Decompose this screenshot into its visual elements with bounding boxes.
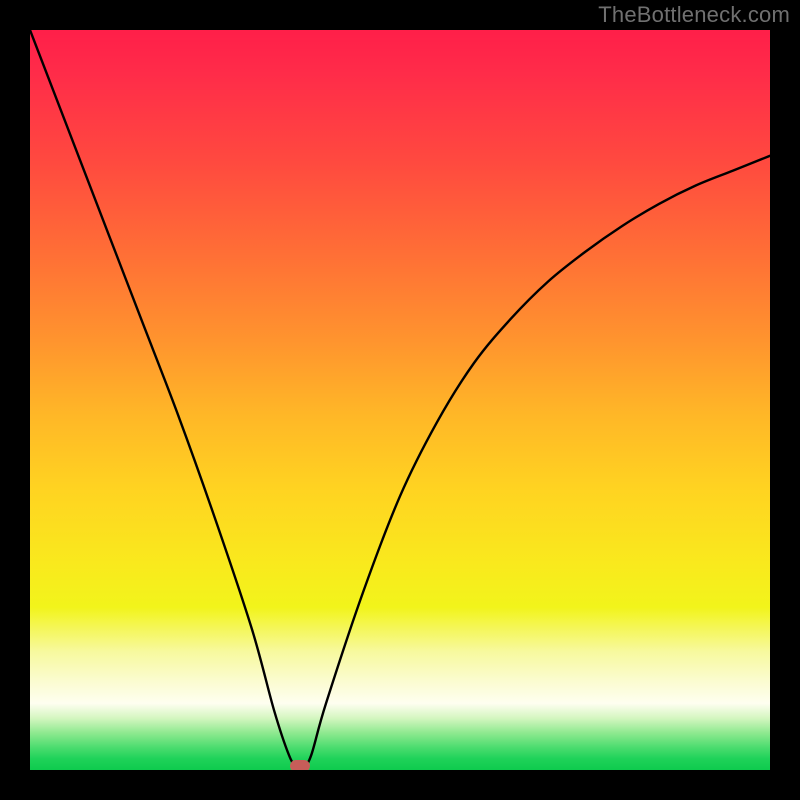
- bottleneck-curve: [30, 30, 770, 768]
- curve-svg: [30, 30, 770, 770]
- chart-frame: TheBottleneck.com: [0, 0, 800, 800]
- plot-area: [30, 30, 770, 770]
- optimal-point-marker: [290, 760, 310, 770]
- watermark-text: TheBottleneck.com: [598, 2, 790, 28]
